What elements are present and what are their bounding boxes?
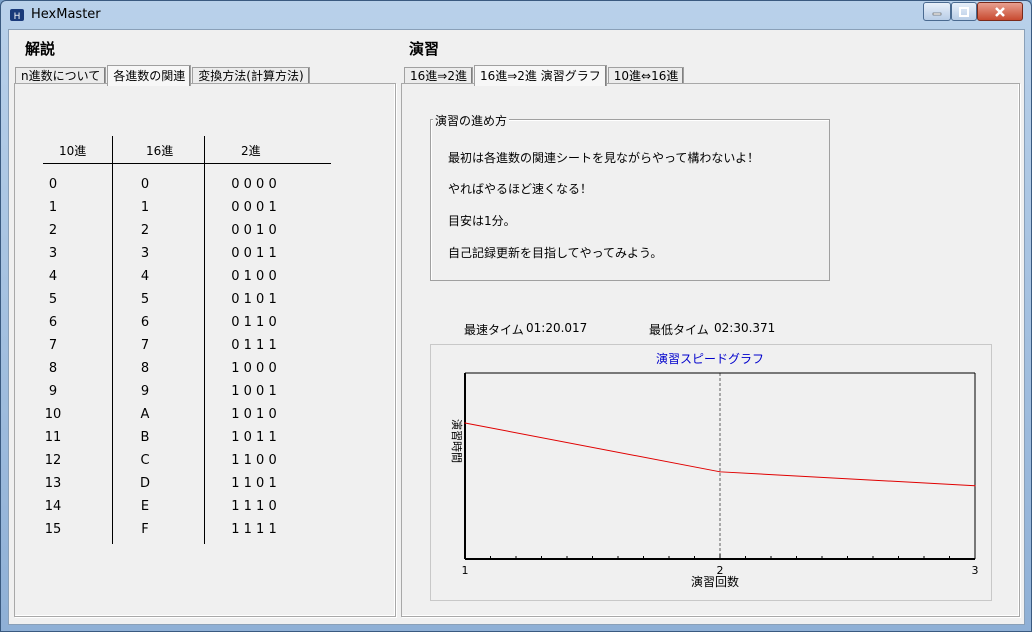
cell-binary: 1 0 1 1: [231, 430, 277, 445]
guide-line: 最初は各進数の関連シートを見ながらやって構わないよ！: [448, 151, 760, 165]
cell-binary: 0 0 1 1: [231, 246, 277, 261]
cell-decimal: 3: [48, 246, 58, 261]
header-binary: 2進: [241, 144, 261, 158]
cell-binary: 0 1 1 0: [231, 315, 277, 330]
left-tab-strip: n進数について 各進数の関連 変換方法(計算方法): [15, 64, 311, 86]
left-tab-panel: 10進 16進 2進 000 0 0 0110 0 0 1220 0 1 033…: [14, 83, 396, 617]
header-hex: 16進: [146, 144, 174, 158]
header-rule: [43, 163, 331, 164]
cell-binary: 1 1 1 0: [231, 499, 277, 514]
fastest-time-value: 01:20.017: [526, 321, 588, 335]
right-heading: 演習: [409, 40, 440, 58]
tab-hex-to-bin-graph[interactable]: 16進⇒2進 演習グラフ: [473, 65, 607, 86]
minimize-button[interactable]: [923, 2, 951, 21]
hexmaster-app-icon: H: [10, 9, 24, 22]
cell-decimal: 11: [44, 430, 62, 445]
slowest-time-value: 02:30.371: [714, 321, 776, 335]
cell-decimal: 2: [48, 223, 58, 238]
guide-line: やればやるほど速くなる！: [448, 182, 593, 196]
app-window: H HexMaster 解説 n進数について 各進数の関連 変換方法(計算方法)…: [0, 0, 1032, 632]
cell-hex: F: [141, 522, 149, 537]
cell-hex: 0: [140, 177, 150, 192]
right-tab-panel: 演習の進め方 最初は各進数の関連シートを見ながらやって構わないよ！ やればやるほ…: [401, 83, 1020, 617]
column-divider: [112, 136, 113, 544]
cell-hex: 3: [140, 246, 150, 261]
cell-binary: 1 1 1 1: [231, 522, 277, 537]
cell-decimal: 13: [44, 476, 62, 491]
cell-hex: 2: [140, 223, 150, 238]
cell-decimal: 8: [48, 361, 58, 376]
cell-hex: C: [140, 453, 150, 468]
data-point: [719, 471, 721, 473]
right-tab-strip: 16進⇒2進 16進⇒2進 演習グラフ 10進⇔16進: [404, 64, 685, 86]
guide-line: 自己記録更新を目指してやってみよう。: [448, 246, 663, 260]
slowest-time-label: 最低タイム: [649, 323, 709, 337]
cell-hex: D: [139, 476, 150, 491]
cell-hex: 1: [140, 200, 150, 215]
cell-decimal: 1: [48, 200, 58, 215]
cell-decimal: 12: [44, 453, 62, 468]
minimize-icon: [932, 12, 942, 15]
cell-binary: 0 1 0 0: [231, 269, 277, 284]
cell-binary: 0 0 0 0: [231, 177, 277, 192]
data-point: [974, 485, 976, 487]
data-point: [464, 422, 466, 424]
cell-hex: 4: [140, 269, 150, 284]
cell-decimal: 0: [48, 177, 58, 192]
cell-hex: 7: [140, 338, 150, 353]
maximize-icon: [959, 6, 969, 17]
maximize-button[interactable]: [951, 2, 977, 21]
cell-hex: 5: [140, 292, 150, 307]
cell-binary: 0 0 1 0: [231, 223, 277, 238]
cell-decimal: 4: [48, 269, 58, 284]
cell-decimal: 14: [44, 499, 62, 514]
cell-hex: 6: [140, 315, 150, 330]
left-heading: 解説: [25, 40, 56, 58]
x-tick-label: 1: [462, 564, 469, 577]
cell-hex: A: [140, 407, 150, 422]
cell-hex: 9: [140, 384, 150, 399]
header-decimal: 10進: [59, 144, 87, 158]
cell-binary: 1 0 0 1: [231, 384, 277, 399]
cell-decimal: 9: [48, 384, 58, 399]
cell-binary: 0 1 1 1: [231, 338, 277, 353]
x-tick-label: 3: [972, 564, 979, 577]
y-axis-label: 演習時間: [450, 419, 464, 463]
fastest-time-label: 最速タイム: [464, 323, 524, 337]
client-area: 解説 n進数について 各進数の関連 変換方法(計算方法) 10進 16進 2進 …: [8, 29, 1025, 625]
cell-decimal: 7: [48, 338, 58, 353]
cell-binary: 1 0 0 0: [231, 361, 277, 376]
guide-line: 目安は1分。: [448, 214, 516, 228]
chart-title: 演習スピードグラフ: [656, 351, 764, 366]
cell-binary: 1 0 1 0: [231, 407, 277, 422]
speed-chart: 1 2 3 演習スピードグラフ 演習回数 演習時間: [430, 344, 992, 601]
cell-binary: 1 1 0 1: [231, 476, 277, 491]
cell-decimal: 10: [44, 407, 62, 422]
window-title: HexMaster: [31, 7, 101, 22]
cell-binary: 1 1 0 0: [231, 453, 277, 468]
cell-decimal: 5: [48, 292, 58, 307]
speed-chart-svg: 1 2 3演習スピードグラフ演習回数演習時間: [450, 351, 979, 589]
guide-title: 演習の進め方: [433, 112, 510, 129]
cell-binary: 0 1 0 1: [231, 292, 277, 307]
svg-text:H: H: [14, 12, 21, 22]
cell-decimal: 15: [44, 522, 62, 537]
close-button[interactable]: [977, 2, 1023, 21]
cell-hex: 8: [140, 361, 150, 376]
column-divider: [204, 136, 205, 544]
close-icon: [995, 6, 1005, 17]
cell-binary: 0 0 0 1: [231, 200, 277, 215]
x-axis-label: 演習回数: [691, 574, 739, 589]
title-bar[interactable]: H HexMaster: [1, 1, 1031, 29]
cell-decimal: 6: [48, 315, 58, 330]
tab-base-relations[interactable]: 各進数の関連: [107, 65, 192, 86]
cell-hex: E: [140, 499, 150, 514]
cell-hex: B: [140, 430, 150, 445]
